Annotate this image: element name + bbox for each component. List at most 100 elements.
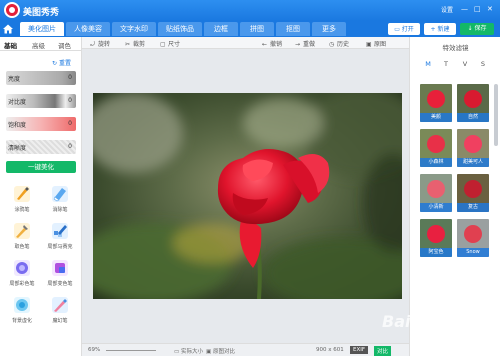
undo-button[interactable]: ← 撤销: [262, 39, 282, 48]
filter-panel-title: 特效滤镜: [442, 44, 469, 52]
tool-label: 局部变色笔: [47, 281, 73, 287]
filter-label: 阿宝色: [420, 248, 452, 257]
slider-value: 0: [68, 97, 72, 104]
contrast-slider[interactable]: 对比度 0: [6, 94, 76, 108]
home-icon[interactable]: [2, 23, 16, 35]
slider-label: 清晰度: [8, 145, 27, 152]
redo-label: 重做: [303, 41, 316, 48]
pipette-icon: [14, 223, 30, 239]
resize-label: 尺寸: [168, 41, 181, 48]
new-button[interactable]: + 新建: [424, 23, 456, 35]
background-blur-tool[interactable]: 背景虚化: [4, 295, 40, 329]
slider-value: 0: [68, 120, 72, 127]
close-icon[interactable]: ✕: [487, 5, 493, 13]
rotate-button[interactable]: ⤾ 旋转: [90, 39, 110, 48]
mosaic-tool[interactable]: 局部马赛克: [42, 221, 78, 255]
open-button[interactable]: ▭ 打开: [388, 23, 420, 35]
rotate-icon: ⤾: [90, 41, 95, 48]
filter-label: 小清新: [420, 203, 452, 212]
undo-label: 撤销: [270, 41, 283, 48]
title-bar: 美图秀秀 设置 — □ ✕: [0, 0, 500, 21]
filter-label: 甜美可人: [457, 158, 489, 167]
left-panel: 基础 高级 调色 ↻ 重置 亮度 0 对比度 0 饱和度 0 清晰度 0 一键美…: [0, 37, 82, 356]
tool-label: 涂鸦笔: [14, 207, 30, 213]
compare-original-label: 原图对比: [212, 349, 235, 355]
redo-button[interactable]: → 重做: [295, 39, 315, 48]
color-pen-tool[interactable]: 局部彩色笔: [4, 258, 40, 292]
brightness-slider[interactable]: 亮度 0: [6, 71, 76, 85]
tab-more[interactable]: 更多: [312, 22, 346, 36]
filter-thumb[interactable]: 自然: [457, 84, 489, 122]
sub-tabs: 基础 高级 调色: [0, 37, 81, 51]
tool-label: 背景虚化: [11, 318, 32, 324]
filter-thumb[interactable]: 小清新: [420, 174, 452, 212]
saturation-slider[interactable]: 饱和度 0: [6, 117, 76, 131]
filter-scrollbar[interactable]: [494, 84, 498, 146]
filter-tab-t[interactable]: T: [440, 58, 452, 70]
tab-color[interactable]: 调色: [58, 40, 71, 50]
tab-portrait[interactable]: 人像美容: [66, 22, 110, 36]
crop-icon: ✂: [125, 41, 131, 48]
app-logo-icon: [4, 2, 20, 18]
tool-label: 取色笔: [14, 244, 30, 250]
compare-button[interactable]: 对比: [374, 346, 392, 356]
undo-icon: ←: [262, 41, 268, 48]
filter-label: 自然: [457, 113, 489, 122]
settings-button[interactable]: 设置: [441, 5, 453, 14]
one-key-beautify-button[interactable]: 一键美化: [6, 161, 76, 173]
rose-photo[interactable]: [93, 93, 402, 299]
filter-thumb[interactable]: 小森林: [420, 129, 452, 167]
actual-size-label: 实际大小: [180, 349, 203, 355]
filter-thumb[interactable]: 美颜: [420, 84, 452, 122]
tab-text[interactable]: 文字水印: [112, 22, 156, 36]
save-button[interactable]: ↓ 保存: [460, 23, 494, 35]
filter-thumb[interactable]: 阿宝色: [420, 219, 452, 257]
reset-button[interactable]: ↻ 重置: [52, 58, 71, 67]
image-icon: ▣: [366, 41, 372, 48]
filter-thumb[interactable]: 复古: [457, 174, 489, 212]
tab-basic[interactable]: 基础: [4, 40, 17, 50]
color-picker-tool[interactable]: 取色笔: [4, 221, 40, 255]
zoom-slider[interactable]: [106, 350, 156, 351]
tool-label: 局部马赛克: [47, 244, 73, 250]
mosaic-icon: [52, 223, 68, 239]
magic-pen-tool[interactable]: 魔幻笔: [42, 295, 78, 329]
new-label: 新建: [437, 26, 450, 33]
original-button[interactable]: ▣ 原图: [366, 39, 386, 48]
filter-thumb[interactable]: 甜美可人: [457, 129, 489, 167]
filter-label: 复古: [457, 203, 489, 212]
filter-tab-v[interactable]: V: [459, 58, 471, 70]
original-label: 原图: [374, 41, 387, 48]
tab-collage[interactable]: 拼图: [240, 22, 274, 36]
filter-tab-m[interactable]: M: [422, 58, 434, 70]
tab-advanced[interactable]: 高级: [32, 40, 45, 50]
watermark-url: jingyan.baidu.com: [424, 327, 471, 333]
tab-beautify[interactable]: 美化图片: [20, 22, 64, 36]
recolor-pen-icon: [52, 260, 68, 276]
filter-label: 小森林: [420, 158, 452, 167]
maximize-icon[interactable]: □: [474, 5, 481, 13]
minimize-icon[interactable]: —: [461, 5, 468, 13]
sharpness-slider[interactable]: 清晰度 0: [6, 140, 76, 154]
main-nav: 美化图片 人像美容 文字水印 贴纸饰品 边框 拼图 抠图 更多 ▭ 打开 + 新…: [0, 21, 500, 37]
tab-frames[interactable]: 边框: [204, 22, 238, 36]
resize-button[interactable]: ▢ 尺寸: [160, 39, 180, 48]
filter-thumb[interactable]: Snow: [457, 219, 489, 257]
doodle-pen-tool[interactable]: 涂鸦笔: [4, 184, 40, 218]
eraser-tool[interactable]: 消除笔: [42, 184, 78, 218]
crop-button[interactable]: ✂ 裁剪: [125, 39, 145, 48]
recolor-pen-tool[interactable]: 局部变色笔: [42, 258, 78, 292]
tab-cutout[interactable]: 抠图: [276, 22, 310, 36]
history-button[interactable]: ◷ 历史: [329, 39, 349, 48]
resize-icon: ▢: [160, 41, 166, 48]
canvas-area[interactable]: [82, 49, 409, 343]
open-label: 打开: [401, 26, 414, 33]
exif-button[interactable]: EXIF: [350, 346, 369, 354]
tab-stickers[interactable]: 贴纸饰品: [158, 22, 202, 36]
slider-value: 0: [68, 143, 72, 150]
slider-label: 饱和度: [8, 122, 27, 129]
actual-size-button[interactable]: ▭ 实际大小: [174, 347, 203, 355]
image-dimensions: 900 x 601: [316, 347, 344, 353]
filter-tab-s[interactable]: S: [477, 58, 489, 70]
compare-original-button[interactable]: ▣ 原图对比: [206, 347, 235, 355]
